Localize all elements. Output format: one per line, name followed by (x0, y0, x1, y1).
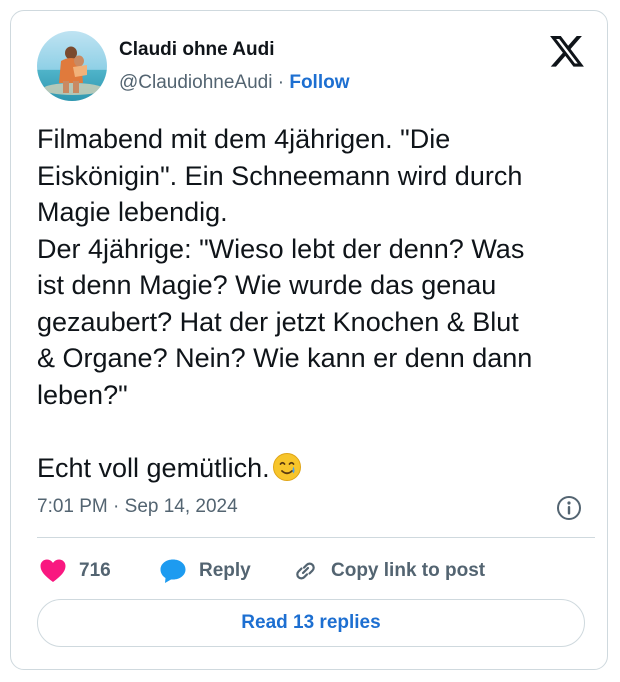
like-count: 716 (79, 560, 111, 581)
tweet-text: Filmabend mit dem 4jährigen. "Die Eiskön… (37, 121, 597, 486)
tweet-body: Filmabend mit dem 4jährigen. "Die Eiskön… (37, 124, 533, 483)
author-handle-line: @ClaudiohneAudi · Follow (119, 71, 350, 95)
read-replies-button[interactable]: Read 13 replies (37, 599, 585, 647)
read-replies-label: Read 13 replies (241, 612, 381, 633)
reply-label: Reply (199, 560, 251, 581)
heart-icon (40, 559, 66, 582)
handle-separator: · (272, 72, 290, 93)
link-icon (296, 562, 315, 580)
tweet-timestamp[interactable]: 7:01 PM · Sep 14, 2024 (37, 495, 238, 519)
author-display-name[interactable]: Claudi ohne Audi (119, 39, 275, 61)
avatar-photo (37, 31, 107, 101)
smiling-face-with-tear-icon (272, 452, 302, 482)
tweet-card: Claudi ohne Audi @ClaudiohneAudi · Follo… (10, 10, 608, 670)
like-button[interactable]: 716 (39, 556, 111, 586)
speech-bubble-icon (160, 559, 186, 583)
info-icon[interactable] (556, 495, 582, 521)
reply-button[interactable]: Reply (159, 556, 251, 586)
avatar[interactable] (37, 31, 107, 101)
x-logo-icon[interactable] (550, 36, 584, 67)
follow-button[interactable]: Follow (289, 72, 349, 93)
copy-link-button[interactable]: Copy link to post (291, 556, 485, 586)
copy-link-label: Copy link to post (331, 560, 486, 581)
divider (37, 537, 595, 538)
author-handle[interactable]: @ClaudiohneAudi (119, 72, 272, 93)
